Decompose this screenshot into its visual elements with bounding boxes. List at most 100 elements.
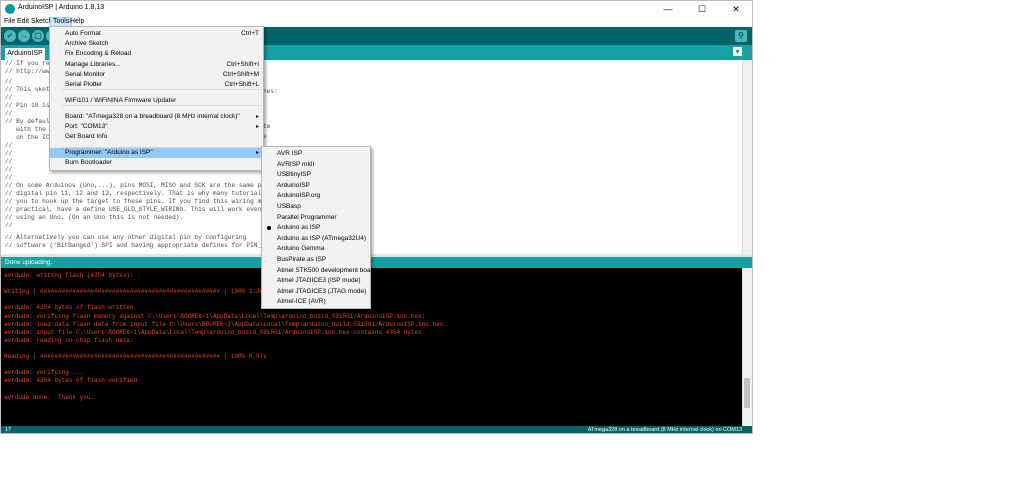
console-line: avrdude: verifying flash memory against … — [4, 312, 426, 320]
code-line: // — [5, 142, 13, 149]
code-line: // — [5, 94, 13, 101]
console-scroll-thumb[interactable] — [744, 378, 750, 408]
editor-fragment: nes: — [263, 88, 278, 95]
console-line: avrdude: 4354 bytes of flash written — [4, 304, 134, 312]
programmer-option[interactable]: USBtinyISP — [262, 170, 370, 180]
programmer-option[interactable]: Arduino as ISP (ATmega32U4) — [262, 234, 370, 244]
code-line: // — [5, 158, 13, 165]
programmer-option-label: USBasp — [277, 203, 301, 210]
programmer-option[interactable]: Parallel Programmer — [262, 213, 370, 223]
tools-menu-item[interactable]: Auto Format Ctrl+T — [50, 29, 263, 39]
console-line: Writing | ##############################… — [4, 288, 267, 296]
programmer-option[interactable]: BusPirate as ISP — [262, 255, 370, 265]
console-line: avrdude: writing flash (4354 bytes): — [4, 272, 134, 279]
new-sketch-button[interactable]: ▢ — [32, 30, 44, 42]
code-line: with the t — [5, 126, 54, 133]
tools-menu-item[interactable]: Board: "ATmega328 on a breadboard (8 MHz… — [50, 112, 263, 122]
tools-menu: Auto Format Ctrl+T Archive Sketch Fix Encod… — [49, 26, 264, 171]
verify-button[interactable]: ✓ — [4, 30, 16, 42]
programmer-option[interactable]: Atmel STK500 development board — [262, 266, 376, 276]
programmer-option-label: Parallel Programmer — [277, 213, 337, 221]
submenu-arrow-icon: ▸ — [255, 150, 259, 156]
code-line: // software ('BitBanged') SPI and having… — [5, 242, 280, 249]
menu-item-shortcut: Ctrl+Shift+L — [224, 81, 259, 88]
code-line: // using an Uno. (On an Uno this is not … — [5, 214, 184, 221]
console-line: avrdude: verifying ... — [4, 369, 84, 377]
upload-button[interactable]: → — [18, 30, 30, 42]
tab-arduinoisp[interactable]: ArduinoISP — [5, 48, 45, 60]
code-line: // By default — [5, 118, 54, 125]
programmer-option[interactable]: Atmel JTAGICE3 (JTAG mode) — [262, 287, 370, 297]
code-line: // — [5, 174, 13, 181]
programmer-option[interactable]: ArduinoISP.org — [262, 191, 370, 201]
programmer-option[interactable]: AVR ISP — [262, 149, 370, 159]
programmer-option-label: Arduino Gemma — [277, 245, 325, 253]
menu-item-label: Auto Format — [65, 30, 101, 37]
menu-item-label: Port: "COM13" — [65, 123, 108, 130]
programmer-option[interactable]: Atmel-ICE (AVR) — [262, 297, 370, 307]
tools-menu-item[interactable]: Archive Sketch — [50, 39, 263, 49]
status-text: Done uploading. — [5, 259, 53, 266]
programmer-option-label: BusPirate as ISP — [277, 256, 327, 263]
menu-item-label: Serial Monitor — [65, 71, 106, 78]
menu-item-shortcut: Ctrl+Shift+I — [226, 61, 259, 68]
programmer-submenu: AVR ISP AVRISP mkII USBtinyISP ArduinoISP Ar… — [261, 146, 376, 309]
menu-item-label: Board: "ATmega328 on a breadboard (8 MHz… — [65, 113, 240, 120]
menu-item-label: Fix Encoding & Reload — [65, 50, 132, 57]
console-line: avrdude: reading on-chip flash data: — [4, 336, 134, 344]
tools-menu-item[interactable]: Fix Encoding & Reload — [50, 49, 263, 59]
code-line: // — [5, 110, 13, 117]
programmer-option-label: Arduino as ISP — [277, 224, 321, 232]
programmer-option[interactable]: Atmel JTAGICE3 (ISP mode) — [262, 276, 370, 286]
bottom-status-bar: 17 ATmega328 on a breadboard (8 MHz inte… — [1, 426, 752, 433]
programmer-option-label: Arduino as ISP (ATmega32U4) — [277, 234, 366, 242]
tools-menu-item[interactable]: WiFi101 / WiFiNINA Firmware Updater — [50, 96, 263, 106]
programmer-option[interactable]: AVRISP mkII — [262, 160, 370, 170]
selected-radio-icon — [267, 226, 271, 231]
submenu-arrow-icon: ▸ — [255, 114, 259, 120]
tools-menu-item[interactable]: Get Board Info — [50, 132, 263, 142]
console-line: avrdude: load data flash data from input… — [4, 320, 447, 328]
editor-scrollbar[interactable] — [742, 60, 752, 254]
programmer-option[interactable]: Arduino Gemma — [262, 244, 370, 254]
programmer-option[interactable]: Arduino as ISP — [262, 223, 370, 233]
menu-item-label: WiFi101 / WiFiNINA Firmware Updater — [65, 97, 177, 104]
code-line: // If you req — [5, 60, 54, 67]
code-line: // Pin 10 is — [5, 102, 50, 109]
menu-item-label: Manage Libraries... — [65, 61, 121, 68]
line-number: 17 — [5, 427, 12, 433]
tab-menu-button[interactable]: ▾ — [733, 47, 742, 56]
menu-item-shortcut: Ctrl+Shift+M — [222, 71, 259, 78]
console-line: avrdude: input file C:\Users\BOUREK~1\Ap… — [4, 328, 422, 336]
board-info: ATmega328 on a breadboard (8 MHz interna… — [587, 427, 742, 433]
title-bar[interactable]: ArduinoISP | Arduino 1.8.13 — ☐ ✕ — [1, 1, 752, 17]
code-line: // — [5, 150, 13, 157]
output-console[interactable]: avrdude: writing flash (4354 bytes): Writ… — [1, 268, 744, 426]
programmer-option[interactable]: ArduinoISP — [262, 181, 370, 191]
code-line: // http://www — [5, 68, 54, 75]
programmer-option-label: Atmel JTAGICE3 (ISP mode) — [277, 277, 361, 285]
menu-item-label: Serial Plotter — [65, 81, 103, 88]
menu-item-label: Burn Bootloader — [65, 159, 112, 166]
programmer-option-label: USBtinyISP — [277, 171, 311, 179]
serial-monitor-button[interactable]: ⚲ — [735, 30, 747, 42]
close-button[interactable]: ✕ — [719, 1, 752, 17]
code-line: // — [5, 222, 13, 229]
minimize-button[interactable]: — — [651, 1, 685, 17]
tools-menu-item[interactable]: Manage Libraries... Ctrl+Shift+I — [50, 60, 263, 70]
console-line: avrdude done. Thank you. — [4, 393, 95, 401]
tools-menu-item[interactable]: Programmer: "Arduino as ISP" ▸ — [50, 148, 263, 158]
code-line: // practical, have a define USE_OLD_STYL… — [5, 206, 288, 213]
console-line: Reading | ##############################… — [4, 353, 267, 360]
tools-menu-item[interactable]: Serial Monitor Ctrl+Shift+M — [50, 70, 263, 80]
code-line: // you to hook up the target to these pi… — [5, 198, 273, 205]
tools-menu-item[interactable]: Burn Bootloader — [50, 158, 263, 168]
tools-menu-item[interactable]: Port: "COM13" ▸ — [50, 122, 263, 132]
console-scrollbar[interactable] — [742, 268, 752, 426]
menu-item-label: Programmer: "Arduino as ISP" — [65, 149, 153, 156]
window-title: ArduinoISP | Arduino 1.8.13 — [18, 4, 105, 11]
programmer-option[interactable]: USBasp — [262, 202, 370, 212]
tools-menu-item[interactable]: Serial Plotter Ctrl+Shift+L — [50, 80, 263, 90]
code-line: on the ICS — [5, 134, 54, 141]
maximize-button[interactable]: ☐ — [685, 1, 719, 17]
